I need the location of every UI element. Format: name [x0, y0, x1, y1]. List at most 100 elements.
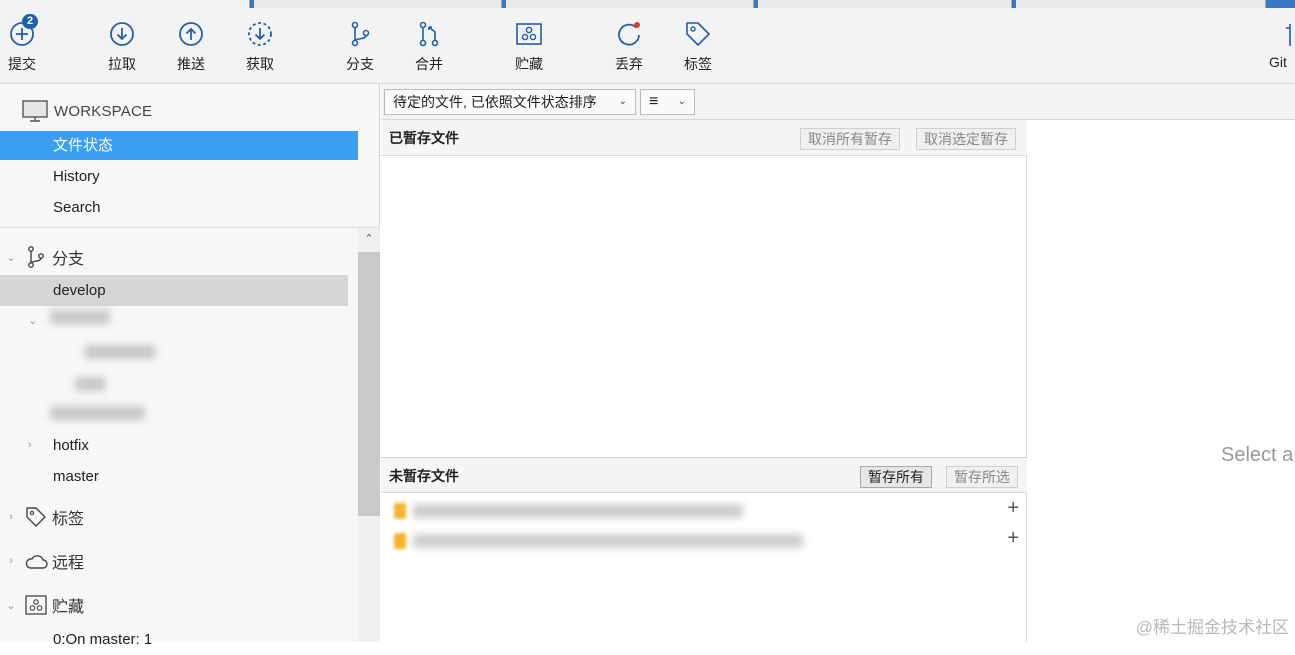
chevron-down-icon: ⌄: [6, 251, 16, 264]
push-label: 推送: [177, 56, 205, 72]
discard-button[interactable]: 丢弃: [601, 8, 657, 84]
scrollbar-thumb[interactable]: [358, 252, 380, 516]
branch-button[interactable]: 分支: [332, 8, 388, 84]
redacted-text: [85, 345, 155, 359]
main-panel: 待定的文件, 已依照文件状态排序 ⌄ ≡ ⌄ 已暂存文件 取消所有暂存 取消选定…: [381, 84, 1295, 642]
section-tags-title: 标签: [52, 511, 85, 528]
commit-count-badge: 2: [22, 14, 39, 29]
repo-tab[interactable]: [506, 0, 754, 8]
sidebar-item-file-status[interactable]: 文件状态: [0, 131, 358, 160]
stash-label: 贮藏: [515, 56, 543, 72]
commit-label: 提交: [8, 56, 36, 72]
redacted-text: [413, 504, 743, 518]
stash-icon: [516, 23, 542, 45]
scroll-up-icon[interactable]: ⌃: [358, 232, 380, 245]
branch-folder-hotfix[interactable]: › hotfix: [0, 430, 348, 461]
staged-files-header: 已暂存文件 取消所有暂存 取消选定暂存: [381, 120, 1027, 156]
unstage-selected-button[interactable]: 取消选定暂存: [916, 128, 1016, 150]
stash-item[interactable]: 0:On master: 1: [0, 624, 348, 655]
branch-item-develop[interactable]: develop: [0, 275, 348, 306]
main-toolbar: 2 提交 拉取 推送 获取 分支 合并 贮藏 丢弃 标签 Git: [0, 8, 1295, 84]
unstaged-files-title: 未暂存文件: [389, 468, 459, 484]
sidebar-scrollbar[interactable]: ⌃: [358, 228, 380, 642]
redacted-text: [50, 310, 110, 324]
pull-icon: [110, 22, 134, 46]
repo-tab[interactable]: [254, 0, 502, 8]
chevron-down-icon: ⌄: [28, 315, 38, 327]
section-tags[interactable]: › 标签: [0, 501, 358, 533]
monitor-icon: [22, 100, 48, 122]
gitflow-button[interactable]: Git: [1262, 8, 1295, 84]
diff-panel: Select a: [1027, 120, 1295, 642]
file-modified-icon: [394, 533, 406, 549]
section-stashes[interactable]: ⌄ 贮藏: [0, 589, 358, 621]
section-remotes[interactable]: › 远程: [0, 545, 358, 577]
gitflow-label: Git: [1269, 54, 1287, 70]
branch-label: 分支: [346, 56, 374, 72]
discard-icon: [618, 22, 640, 46]
chevron-right-icon: ›: [28, 439, 32, 451]
push-icon: [179, 22, 203, 46]
tag-icon: [22, 506, 50, 528]
stage-all-button[interactable]: 暂存所有: [860, 466, 932, 488]
section-branches[interactable]: ⌄ 分支: [0, 241, 358, 273]
pull-button[interactable]: 拉取: [94, 8, 150, 84]
sidebar-item-search[interactable]: Search: [0, 193, 358, 222]
tag-label: 标签: [684, 56, 712, 72]
list-icon: ≡: [649, 93, 659, 110]
chevron-down-icon: ⌄: [677, 96, 686, 107]
section-stashes-title: 贮藏: [52, 599, 85, 616]
section-branches-title: 分支: [52, 251, 85, 268]
tag-button[interactable]: 标签: [670, 8, 726, 84]
merge-label: 合并: [415, 56, 443, 72]
push-button[interactable]: 推送: [163, 8, 219, 84]
redacted-text: [413, 534, 803, 548]
discard-label: 丢弃: [615, 56, 643, 72]
commit-button[interactable]: 2 提交: [0, 8, 50, 84]
file-row[interactable]: +: [381, 495, 1027, 525]
window-tab-strip: [0, 0, 1295, 8]
view-mode-dropdown[interactable]: ≡ ⌄: [640, 89, 695, 115]
tag-icon: [686, 22, 710, 46]
chevron-right-icon: ›: [9, 555, 13, 567]
sidebar: WORKSPACE 文件状态 History Search ⌄ 分支 devel…: [0, 84, 380, 648]
stash-button[interactable]: 贮藏: [501, 8, 557, 84]
file-row[interactable]: +: [381, 525, 1027, 555]
pull-label: 拉取: [108, 56, 136, 72]
sidebar-divider: [0, 227, 380, 228]
fetch-icon: [248, 22, 272, 46]
cloud-icon: [22, 552, 50, 570]
fetch-button[interactable]: 获取: [232, 8, 288, 84]
diff-placeholder: Select a: [1221, 444, 1294, 466]
sort-dropdown[interactable]: 待定的文件, 已依照文件状态排序 ⌄: [384, 89, 636, 115]
add-file-button[interactable]: +: [1007, 497, 1019, 520]
branch-label-hotfix: hotfix: [53, 437, 89, 454]
filter-bar: 待定的文件, 已依照文件状态排序 ⌄ ≡ ⌄: [381, 84, 1295, 120]
redacted-text: [75, 377, 105, 391]
branch-icon: [351, 21, 370, 47]
unstage-all-button[interactable]: 取消所有暂存: [800, 128, 900, 150]
merge-button[interactable]: 合并: [401, 8, 457, 84]
redacted-text: [50, 406, 145, 420]
section-remotes-title: 远程: [52, 555, 85, 572]
staged-files-title: 已暂存文件: [389, 130, 459, 146]
unstaged-files-pane: 未暂存文件 暂存所有 暂存所选 + +: [381, 457, 1027, 642]
merge-icon: [419, 21, 439, 47]
branch-item-master[interactable]: master: [0, 461, 348, 492]
staged-files-pane: 已暂存文件 取消所有暂存 取消选定暂存: [381, 120, 1027, 457]
repo-tab-active[interactable]: [0, 0, 250, 8]
workspace-header: WORKSPACE: [22, 98, 152, 124]
fetch-label: 获取: [246, 56, 274, 72]
chevron-down-icon: ⌄: [618, 96, 627, 107]
watermark: @稀土掘金技术社区: [1135, 618, 1289, 637]
repo-tab[interactable]: [1016, 0, 1266, 8]
add-file-button[interactable]: +: [1007, 527, 1019, 550]
stage-selected-button[interactable]: 暂存所选: [946, 466, 1018, 488]
unstaged-files-header: 未暂存文件 暂存所有 暂存所选: [381, 457, 1027, 493]
repo-tab[interactable]: [758, 0, 1012, 8]
stash-icon: [22, 595, 50, 615]
branch-icon: [22, 245, 50, 269]
chevron-right-icon: ›: [9, 511, 13, 523]
gitflow-icon: [1286, 24, 1291, 46]
sidebar-item-history[interactable]: History: [0, 162, 358, 191]
